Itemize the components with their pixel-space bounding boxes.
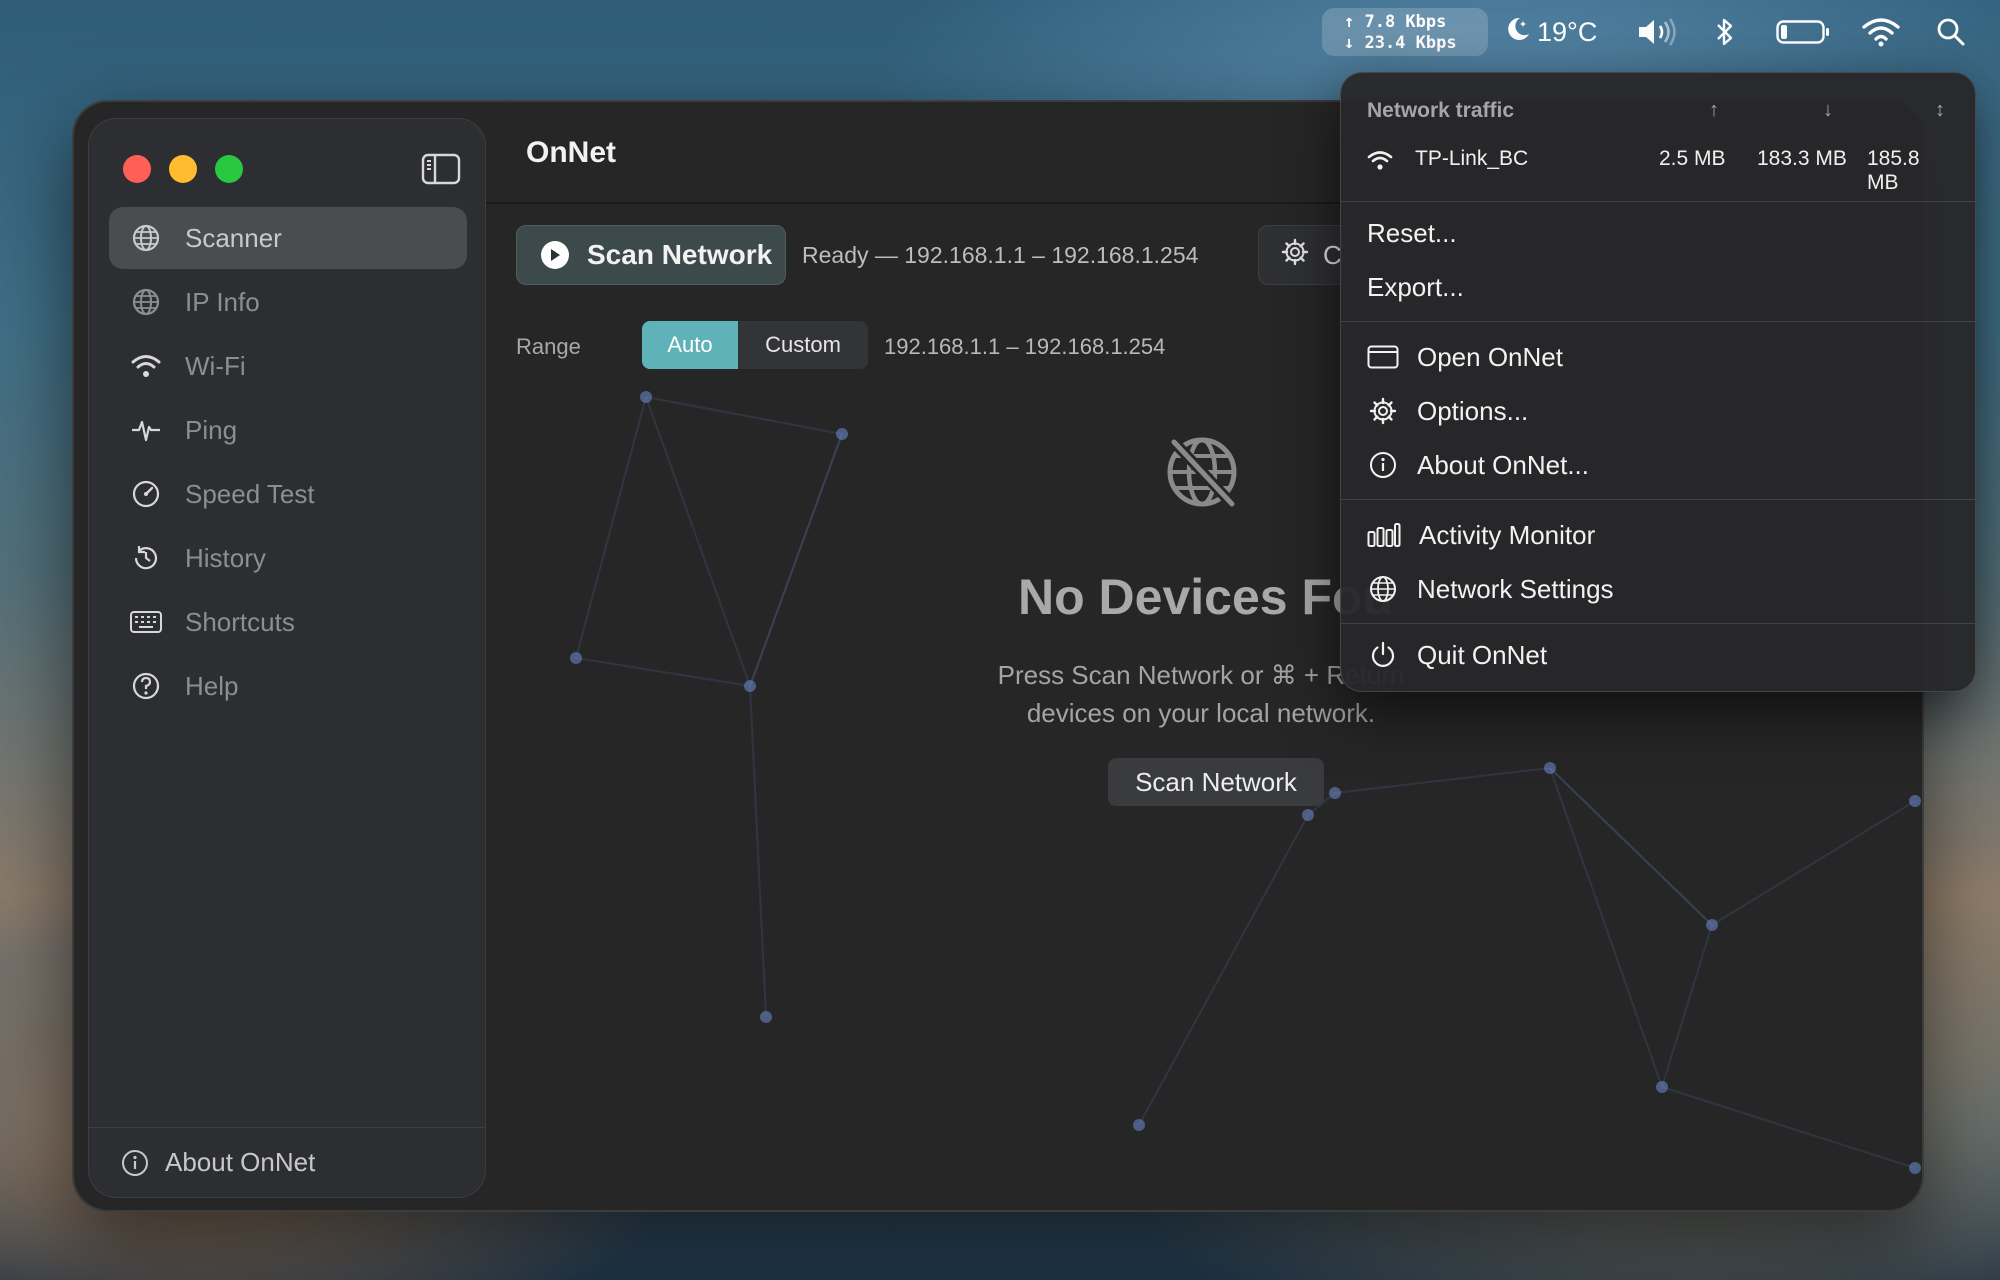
sidebar-toggle-icon[interactable] [421, 153, 461, 185]
scan-status: Ready — 192.168.1.1 – 192.168.1.254 [802, 242, 1199, 268]
gear-icon [1281, 238, 1309, 273]
sidebar-item-ip-info[interactable]: IP Info [109, 271, 467, 333]
network-disconnected-icon [1162, 432, 1242, 512]
wifi-icon [1367, 149, 1393, 177]
about-onnet-link[interactable]: About OnNet [89, 1127, 485, 1197]
menu-separator [1341, 623, 1975, 624]
menu-bar: ↑ 7.8 Kbps ↓ 23.4 Kbps 19°C [0, 0, 2000, 64]
sidebar-item-ping[interactable]: Ping [109, 399, 467, 461]
sidebar-item-label: IP Info [185, 286, 260, 317]
sidebar-item-shortcuts[interactable]: Shortcuts [109, 591, 467, 653]
network-traffic-header: Network traffic ↑ ↓ ↕ [1367, 99, 1951, 129]
minimize-button[interactable] [169, 155, 197, 183]
menu-item-label: Network Settings [1417, 573, 1614, 604]
weather-widget[interactable]: 19°C [1505, 12, 1597, 52]
info-icon [1367, 449, 1399, 481]
scanner-globe-icon [129, 221, 163, 255]
window-icon [1367, 341, 1399, 373]
scan-network-button[interactable]: Scan Network [516, 225, 786, 285]
sidebar-item-label: History [185, 542, 266, 573]
page-title: OnNet [526, 136, 616, 169]
network-name: TP-Link_BC [1415, 147, 1529, 170]
range-auto-option[interactable]: Auto [642, 321, 738, 369]
close-button[interactable] [123, 155, 151, 183]
download-speed: ↓ 23.4 Kbps [1344, 33, 1457, 53]
bluetooth-icon[interactable] [1714, 12, 1736, 52]
upload-speed: ↑ 7.8 Kbps [1344, 12, 1447, 32]
keyboard-icon [129, 605, 163, 639]
speedometer-icon [129, 477, 163, 511]
temperature: 19°C [1537, 16, 1598, 47]
sidebar: Scanner IP Info Wi-Fi Ping Speed Test Hi… [88, 118, 486, 1198]
menu-item-label: Quit OnNet [1417, 639, 1548, 670]
menu-item-label: About OnNet... [1417, 449, 1589, 480]
menu-item-export[interactable]: Export... [1367, 265, 1464, 309]
pulse-icon [129, 413, 163, 447]
menu-item-about[interactable]: About OnNet... [1367, 443, 1589, 487]
empty-state-title: No Devices Fou [1018, 569, 1394, 625]
menu-separator [1341, 499, 1975, 500]
upload-value: 2.5 MB [1659, 147, 1726, 170]
empty-desc-line2: devices on your local network. [1026, 698, 1376, 728]
sidebar-item-label: Help [185, 670, 239, 701]
sidebar-item-label: Scanner [185, 222, 282, 253]
sidebar-item-label: Shortcuts [185, 606, 295, 637]
menu-item-activity-monitor[interactable]: Activity Monitor [1367, 513, 1595, 557]
battery-icon[interactable] [1776, 12, 1830, 52]
range-custom-option[interactable]: Custom [738, 321, 868, 369]
range-value: 192.168.1.1 – 192.168.1.254 [884, 334, 1166, 359]
menu-item-label: Options... [1417, 395, 1529, 426]
info-icon [121, 1149, 149, 1177]
network-globe-icon [1367, 573, 1399, 605]
download-column-header: ↓ [1823, 99, 1833, 121]
sidebar-item-history[interactable]: History [109, 527, 467, 589]
options-label: C [1323, 239, 1342, 270]
wifi-icon[interactable] [1862, 12, 1900, 52]
about-label: About OnNet [165, 1147, 316, 1177]
wifi-icon [129, 349, 163, 383]
traffic-header-label: Network traffic [1367, 99, 1515, 122]
download-value: 183.3 MB [1757, 147, 1847, 170]
search-icon[interactable] [1936, 12, 1966, 52]
empty-scan-network-button[interactable]: Scan Network [1108, 758, 1324, 806]
sidebar-item-speed-test[interactable]: Speed Test [109, 463, 467, 525]
play-icon [541, 241, 569, 269]
sidebar-item-scanner[interactable]: Scanner [109, 207, 467, 269]
traffic-row: TP-Link_BC 2.5 MB 183.3 MB 185.8 MB [1367, 147, 1951, 194]
scan-network-label: Scan Network [587, 239, 773, 270]
menu-item-reset[interactable]: Reset... [1367, 211, 1457, 255]
menu-item-label: Open OnNet [1417, 341, 1563, 372]
moon-icon [1505, 15, 1531, 50]
activity-monitor-icon [1367, 519, 1401, 551]
gear-icon [1367, 395, 1399, 427]
network-speed-widget[interactable]: ↑ 7.8 Kbps ↓ 23.4 Kbps [1322, 8, 1488, 56]
sidebar-item-label: Speed Test [185, 478, 315, 509]
range-mode-toggle: Auto Custom [642, 321, 868, 369]
globe-icon [129, 285, 163, 319]
upload-column-header: ↑ [1709, 99, 1719, 121]
sidebar-item-help[interactable]: Help [109, 655, 467, 717]
menu-item-network-settings[interactable]: Network Settings [1367, 567, 1614, 611]
power-icon [1367, 639, 1399, 671]
status-menu: Network traffic ↑ ↓ ↕ TP-Link_BC 2.5 MB … [1340, 72, 1976, 692]
menu-item-options[interactable]: Options... [1367, 389, 1528, 433]
volume-icon[interactable] [1636, 12, 1680, 52]
menu-separator [1341, 201, 1975, 202]
sidebar-item-label: Ping [185, 414, 238, 445]
sidebar-nav: Scanner IP Info Wi-Fi Ping Speed Test Hi… [109, 207, 467, 719]
menu-item-label: Activity Monitor [1419, 519, 1596, 550]
menu-item-open-onnet[interactable]: Open OnNet [1367, 335, 1563, 379]
history-icon [129, 541, 163, 575]
menu-separator [1341, 321, 1975, 322]
total-value: 185.8 MB [1867, 147, 1920, 194]
help-icon [129, 669, 163, 703]
menu-item-quit[interactable]: Quit OnNet [1367, 633, 1547, 677]
sidebar-item-label: Wi-Fi [185, 350, 246, 381]
range-label: Range [516, 334, 581, 359]
sidebar-item-wi-fi[interactable]: Wi-Fi [109, 335, 467, 397]
maximize-button[interactable] [215, 155, 243, 183]
total-column-header: ↕ [1935, 99, 1945, 121]
